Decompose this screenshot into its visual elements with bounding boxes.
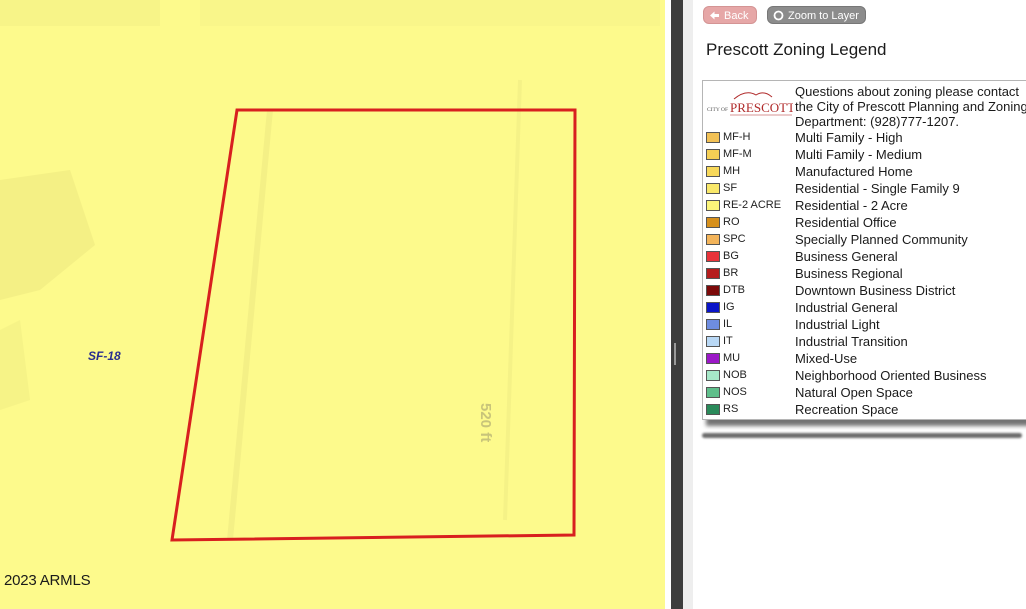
zoom-button-label: Zoom to Layer xyxy=(788,10,859,22)
zone-label: SF-18 xyxy=(88,349,121,363)
legend-swatch xyxy=(706,404,720,415)
legend-description: Natural Open Space xyxy=(795,385,913,400)
legend-swatch xyxy=(706,285,720,296)
legend-item-nob: NOB Neighborhood Oriented Business xyxy=(703,367,1026,384)
splitter-handle[interactable] xyxy=(674,343,676,365)
legend-swatch xyxy=(706,132,720,143)
legend-swatch xyxy=(706,268,720,279)
legend-item-mf-h: MF-H Multi Family - High xyxy=(703,129,1026,146)
svg-text:PRESCOTT: PRESCOTT xyxy=(730,100,793,115)
legend-code: IG xyxy=(723,301,735,313)
legend-swatch xyxy=(706,166,720,177)
map-view[interactable]: SF-18 520 ft 2023 ARMLS xyxy=(0,0,665,609)
legend-code: MU xyxy=(723,352,741,364)
legend-item-mh: MH Manufactured Home xyxy=(703,163,1026,180)
legend-description: Business Regional xyxy=(795,266,903,281)
svg-text:CITY OF: CITY OF xyxy=(707,107,728,113)
legend-description: Industrial Transition xyxy=(795,334,908,349)
legend-description: Residential - Single Family 9 xyxy=(795,181,960,196)
legend-description: Multi Family - Medium xyxy=(795,147,923,162)
legend-code: RO xyxy=(723,216,740,228)
legend-code: NOS xyxy=(723,386,747,398)
legend-swatch xyxy=(706,251,720,262)
legend-code: IT xyxy=(723,335,733,347)
contact-line: Department: (928)777-1207. xyxy=(795,114,960,129)
legend-code: DTB xyxy=(723,284,745,296)
legend-item-sf: SF Residential - Single Family 9 xyxy=(703,180,1026,197)
legend-code: RE-2 ACRE xyxy=(723,199,782,211)
legend-description: Downtown Business District xyxy=(795,283,956,298)
contact-line: Questions about zoning please contact xyxy=(795,84,1020,99)
back-button[interactable]: Back xyxy=(703,6,757,24)
arrow-left-icon xyxy=(710,11,719,20)
legend-description: Industrial Light xyxy=(795,317,880,332)
legend-code: MF-M xyxy=(723,148,752,160)
legend-item-rs: RS Recreation Space xyxy=(703,401,1026,418)
back-button-label: Back xyxy=(724,10,749,22)
legend-description: Multi Family - High xyxy=(795,130,903,145)
legend-item-mf-m: MF-M Multi Family - Medium xyxy=(703,146,1026,163)
legend-description: Manufactured Home xyxy=(795,164,913,179)
side-panel: Back Zoom to Layer Prescott Zoning Legen… xyxy=(693,0,1026,609)
panel-splitter[interactable] xyxy=(665,0,693,609)
contact-info: Questions about zoning please contact th… xyxy=(795,84,1026,129)
legend-item-ig: IG Industrial General xyxy=(703,299,1026,316)
legend-description: Mixed-Use xyxy=(795,351,858,366)
legend-description: Residential Office xyxy=(795,215,897,230)
legend-code: RS xyxy=(723,403,739,415)
zoom-to-layer-button[interactable]: Zoom to Layer xyxy=(767,6,866,24)
legend-swatch xyxy=(706,319,720,330)
legend-item-spc: SPC Specially Planned Community xyxy=(703,231,1026,248)
legend-description: Specially Planned Community xyxy=(795,232,968,247)
city-of-prescott-logo: CITY OF PRESCOTT xyxy=(707,92,793,116)
legend-item-mu: MU Mixed-Use xyxy=(703,350,1026,367)
contact-line: the City of Prescott Planning and Zoning xyxy=(795,99,1026,114)
legend-swatch xyxy=(706,217,720,228)
legend-code: NOB xyxy=(723,369,747,381)
legend-swatch xyxy=(706,234,720,245)
legend-description: Industrial General xyxy=(795,300,898,315)
legend-swatch xyxy=(706,200,720,211)
legend-swatch xyxy=(706,353,720,364)
legend-item-ro: RO Residential Office xyxy=(703,214,1026,231)
dimension-label: 520 ft xyxy=(477,403,494,443)
legend-code: SF xyxy=(723,182,738,194)
legend-swatch xyxy=(706,370,720,381)
legend-title: Prescott Zoning Legend xyxy=(706,40,887,59)
legend-code: MF-H xyxy=(723,131,751,143)
legend-item-dtb: DTB Downtown Business District xyxy=(703,282,1026,299)
zoning-legend: CITY OF PRESCOTT Questions about zoning … xyxy=(702,80,1026,420)
legend-list: MF-H Multi Family - High MF-M Multi Family … xyxy=(703,129,1026,418)
legend-item-br: BR Business Regional xyxy=(703,265,1026,282)
legend-swatch xyxy=(706,336,720,347)
legend-swatch xyxy=(706,387,720,398)
legend-description: Business General xyxy=(795,249,898,264)
legend-item-re-2-acre: RE-2 ACRE Residential - 2 Acre xyxy=(703,197,1026,214)
legend-item-nos: NOS Natural Open Space xyxy=(703,384,1026,401)
copyright-text: 2023 ARMLS xyxy=(4,572,91,589)
legend-item-it: IT Industrial Transition xyxy=(703,333,1026,350)
legend-code: BG xyxy=(723,250,739,262)
legend-code: SPC xyxy=(723,233,746,245)
legend-header: CITY OF PRESCOTT Questions about zoning … xyxy=(703,81,1026,129)
legend-swatch xyxy=(706,183,720,194)
legend-description: Residential - 2 Acre xyxy=(795,198,908,213)
legend-swatch xyxy=(706,302,720,313)
legend-description: Recreation Space xyxy=(795,402,899,417)
legend-item-bg: BG Business General xyxy=(703,248,1026,265)
legend-swatch xyxy=(706,149,720,160)
legend-code: IL xyxy=(723,318,733,330)
legend-code: BR xyxy=(723,267,739,279)
map-background xyxy=(0,0,665,609)
legend-item-il: IL Industrial Light xyxy=(703,316,1026,333)
legend-code: MH xyxy=(723,165,741,177)
legend-description: Neighborhood Oriented Business xyxy=(795,368,987,383)
circle-icon xyxy=(773,10,784,21)
